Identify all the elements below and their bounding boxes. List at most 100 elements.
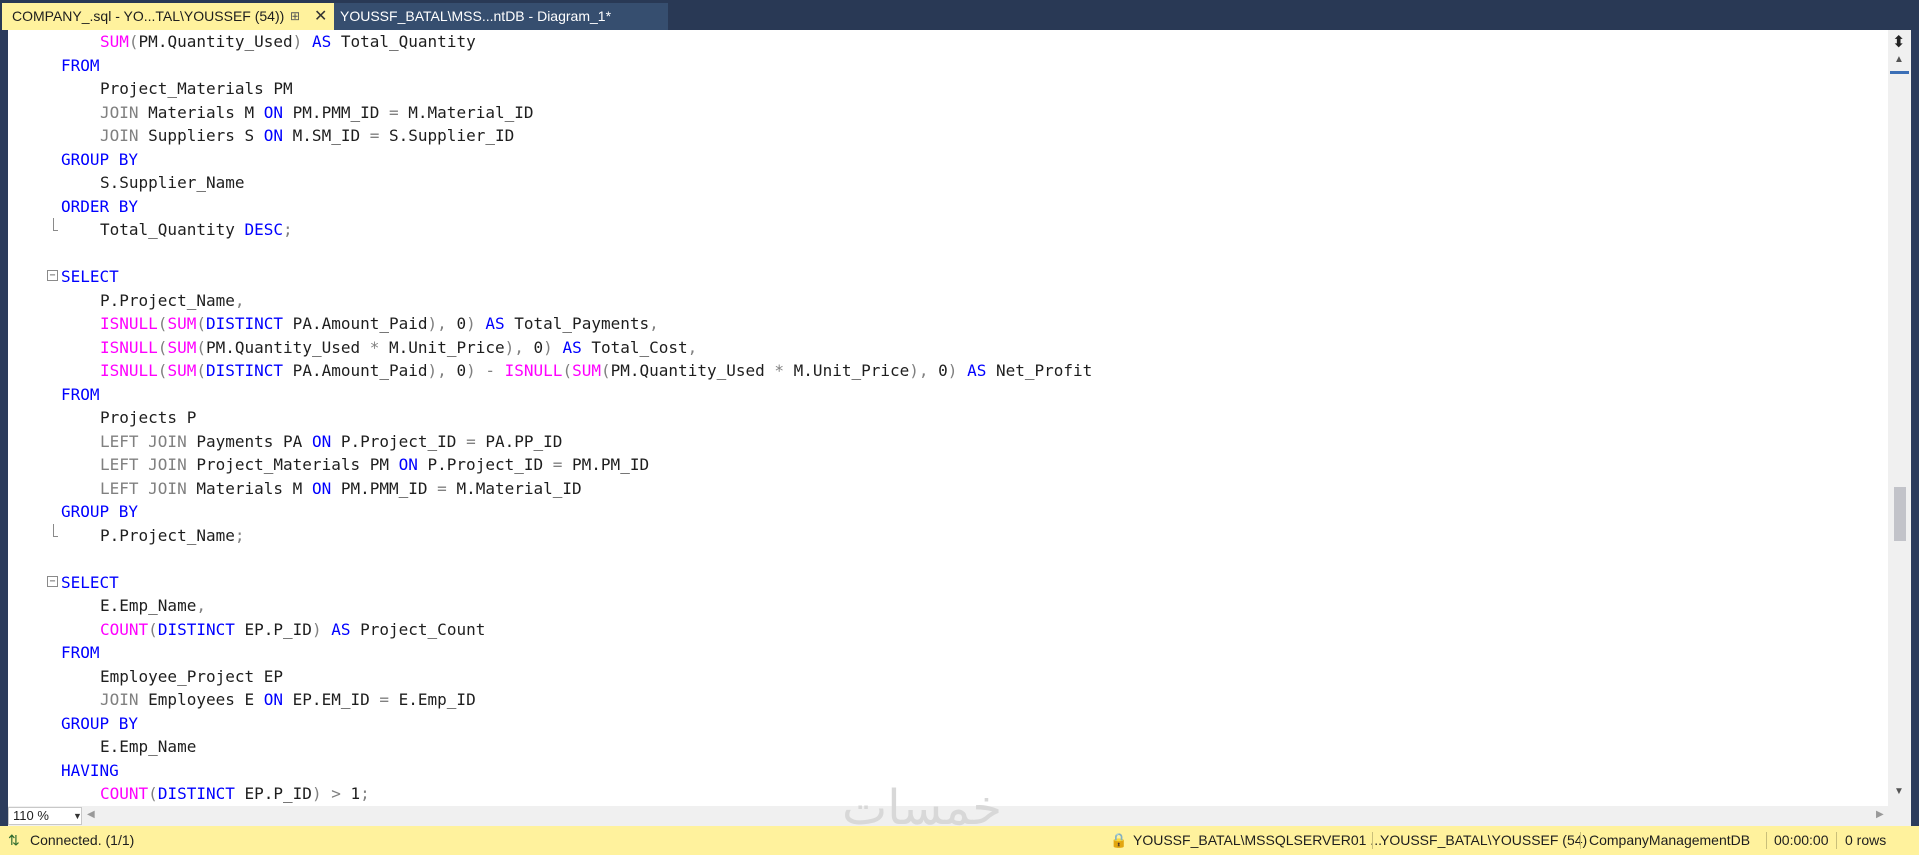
sql-identifier: PM.PM_ID: [562, 455, 650, 474]
sql-identifier: 0: [446, 314, 467, 333]
code-text: SELECT: [61, 571, 119, 594]
sql-identifier: M.SM_ID: [283, 126, 370, 145]
sql-identifier: PA.PP_ID: [475, 431, 563, 451]
sql-function: ISNULL: [504, 361, 563, 380]
sql-operator: ),: [427, 314, 447, 333]
scroll-right-icon[interactable]: ▶: [1876, 809, 1884, 820]
scroll-down-icon[interactable]: ▼: [1894, 786, 1904, 797]
document-tab-strip: COMPANY_.sql - YO...TAL\YOUSSEF (54)) ⊞ …: [0, 0, 1919, 30]
code-text: FROM: [61, 54, 100, 77]
code-text: HAVING: [61, 759, 119, 782]
sql-identifier: PA.Amount_Paid: [283, 361, 428, 380]
sql-identifier: Total_Payments: [504, 314, 650, 333]
sql-identifier: E.Emp_Name: [100, 596, 197, 615]
sql-operator: ,: [196, 596, 206, 615]
close-icon[interactable]: ✕: [314, 3, 327, 30]
sql-operator: (: [128, 32, 139, 51]
sql-keyword: DISTINCT: [157, 784, 235, 803]
collapse-icon[interactable]: −: [47, 575, 58, 587]
sql-operator: (: [196, 337, 206, 357]
sql-identifier: Employees E: [138, 690, 264, 709]
code-text: COUNT(DISTINCT EP.P_ID) AS Project_Count: [61, 618, 485, 641]
sql-keyword: DISTINCT: [205, 361, 284, 380]
sql-operator: ): [311, 619, 322, 639]
sql-keyword: ON: [263, 102, 284, 122]
sql-operator: ;: [360, 784, 370, 803]
sql-operator: >: [331, 784, 341, 803]
sql-identifier: Employee_Project EP: [100, 666, 284, 686]
sql-function: COUNT: [100, 619, 149, 639]
sql-identifier: EP.P_ID: [234, 619, 312, 639]
code-text: E.Emp_Name,: [61, 594, 206, 617]
sql-operator: (: [600, 361, 611, 380]
tab-title: YOUSSF_BATAL\MSS...ntDB - Diagram_1*: [340, 8, 612, 24]
code-text: P.Project_Name;: [61, 524, 245, 547]
sql-identifier: Materials M: [138, 102, 264, 122]
lock-icon: 🔒: [1110, 832, 1128, 848]
sql-identifier: S.Supplier_ID: [379, 126, 515, 145]
sql-operator: (: [148, 784, 158, 803]
sql-identifier: Suppliers S: [138, 126, 264, 145]
query-editor[interactable]: SUM(PM.Quantity_Used) AS Total_Quantity F…: [8, 30, 1911, 806]
zoom-select[interactable]: 110 % ▼: [8, 807, 82, 825]
user-name: YOUSSF_BATAL\YOUSSEF (54): [1380, 832, 1588, 848]
sql-keyword: SELECT: [61, 572, 119, 592]
code-text: ISNULL(SUM(DISTINCT PA.Amount_Paid), 0) …: [61, 312, 659, 335]
code-text: ISNULL(SUM(PM.Quantity_Used * M.Unit_Pri…: [61, 336, 697, 359]
code-text: JOIN Materials M ON PM.PMM_ID = M.Materi…: [61, 101, 534, 124]
code-text: JOIN Employees E ON EP.EM_ID = E.Emp_ID: [61, 688, 476, 711]
code-text: FROM: [61, 641, 100, 664]
sql-operator: ): [292, 32, 303, 51]
fold-end-marker: [53, 523, 58, 537]
code-text: ORDER BY: [61, 195, 138, 218]
sql-identifier: Project_Materials PM: [100, 79, 293, 98]
sql-identifier: E.Emp_Name: [100, 737, 197, 756]
sql-identifier: P.Project_ID: [331, 431, 467, 451]
pin-icon[interactable]: ⊞: [290, 3, 300, 30]
sql-keyword: DISTINCT: [157, 619, 235, 639]
code-text: SUM(PM.Quantity_Used) AS Total_Quantity: [61, 30, 476, 53]
sql-identifier: PM.Quantity_Used: [610, 361, 775, 380]
code-text: LEFT JOIN Project_Materials PM ON P.Proj…: [61, 453, 649, 476]
code-text: COUNT(DISTINCT EP.P_ID) > 1;: [61, 782, 370, 805]
sql-operator: =: [437, 478, 447, 498]
sql-identifier: EP.P_ID: [234, 784, 312, 803]
chevron-down-icon[interactable]: ▼: [73, 808, 82, 824]
vertical-scrollbar[interactable]: ⬍ ▲ ▼: [1888, 30, 1911, 806]
code-text: GROUP BY: [61, 500, 138, 523]
sql-identifier: [322, 620, 332, 639]
code-text: FROM: [61, 383, 100, 406]
sql-identifier: [322, 784, 332, 803]
scroll-left-icon[interactable]: ◀: [87, 809, 95, 820]
database-name: CompanyManagementDB: [1589, 832, 1751, 848]
sql-identifier: Payments PA: [186, 431, 312, 451]
sql-keyword: ORDER BY: [61, 196, 139, 216]
zoom-value: 110 %: [13, 808, 49, 823]
sql-operator: =: [466, 431, 476, 451]
sql-operator: LEFT JOIN: [100, 478, 187, 498]
server-name: YOUSSF_BATAL\MSSQLSERVER01 ...: [1133, 832, 1382, 848]
sql-identifier: PM.Quantity_Used: [205, 337, 370, 357]
collapse-icon[interactable]: −: [47, 270, 58, 281]
tab-company-sql[interactable]: COMPANY_.sql - YO...TAL\YOUSSEF (54)) ⊞ …: [2, 3, 334, 30]
sql-operator: (: [157, 314, 168, 333]
sql-operator: ,: [687, 337, 698, 357]
code-area[interactable]: SUM(PM.Quantity_Used) AS Total_Quantity F…: [8, 30, 1888, 806]
sql-identifier: PM.PMM_ID: [283, 102, 389, 122]
scroll-position-marker: [1890, 71, 1909, 74]
scroll-up-icon[interactable]: ▲: [1894, 54, 1904, 65]
sql-operator: JOIN: [100, 126, 139, 145]
sql-operator: ): [466, 314, 476, 333]
row-count: 0 rows: [1845, 832, 1887, 848]
sql-identifier: 0: [523, 337, 544, 357]
split-window-icon[interactable]: ⬍: [1892, 32, 1905, 52]
sql-keyword: GROUP BY: [61, 149, 139, 169]
sql-operator: *: [369, 337, 380, 357]
scroll-thumb[interactable]: [1894, 487, 1906, 541]
sql-operator: ): [543, 337, 553, 357]
sql-keyword: ON: [398, 455, 418, 474]
sql-operator: ,: [649, 314, 659, 333]
sql-identifier: [476, 361, 486, 380]
code-text: LEFT JOIN Materials M ON PM.PMM_ID = M.M…: [61, 477, 582, 500]
tab-diagram[interactable]: YOUSSF_BATAL\MSS...ntDB - Diagram_1*: [334, 3, 668, 30]
